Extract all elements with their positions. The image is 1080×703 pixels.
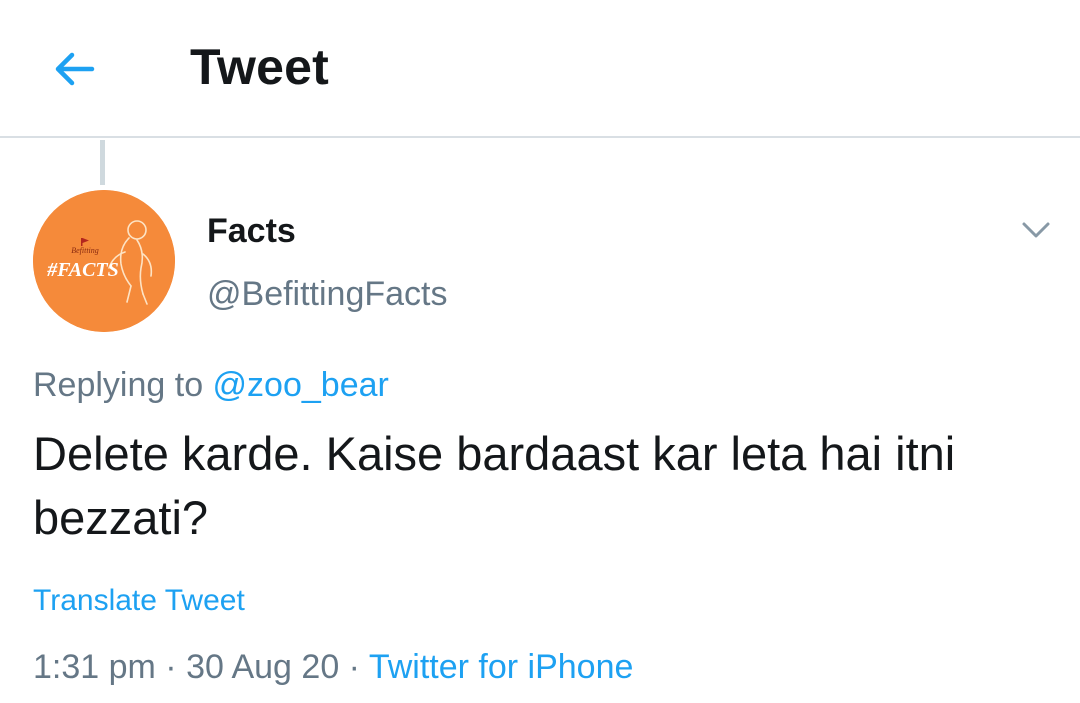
top-app-bar: Tweet [0,0,1080,138]
meta-separator: · [155,648,187,686]
author-display-name[interactable]: Facts [207,212,296,251]
back-button[interactable] [44,44,104,94]
avatar-main-text: #FACTS [46,259,119,281]
tweet-time: 1:31 pm [33,648,156,686]
avatar-logo-image: Befitting #FACTS [33,190,175,332]
tweet-text: Delete karde. Kaise bardaast kar leta ha… [33,427,956,544]
chevron-down-icon [1022,222,1050,238]
tweet-date: 30 Aug 20 [186,648,340,686]
tweet-metadata: 1:31 pm · 30 Aug 20 · Twitter for iPhone [33,648,633,687]
arrow-left-icon [55,52,95,86]
author-handle[interactable]: @BefittingFacts [207,275,448,314]
thread-connector-line [100,140,105,185]
meta-separator: · [339,648,369,686]
avatar-small-text: Befitting [71,246,99,255]
tweet-options-button[interactable] [1014,212,1058,248]
replying-to-mention-link[interactable]: @zoo_bear [213,366,389,404]
replying-to-line: Replying to @zoo_bear [33,366,389,405]
translate-tweet-link[interactable]: Translate Tweet [33,584,245,618]
avatar[interactable]: Befitting #FACTS [33,190,175,332]
tweet-source-link[interactable]: Twitter for iPhone [369,648,634,686]
replying-prefix: Replying to [33,366,213,404]
page-title: Tweet [190,39,329,95]
